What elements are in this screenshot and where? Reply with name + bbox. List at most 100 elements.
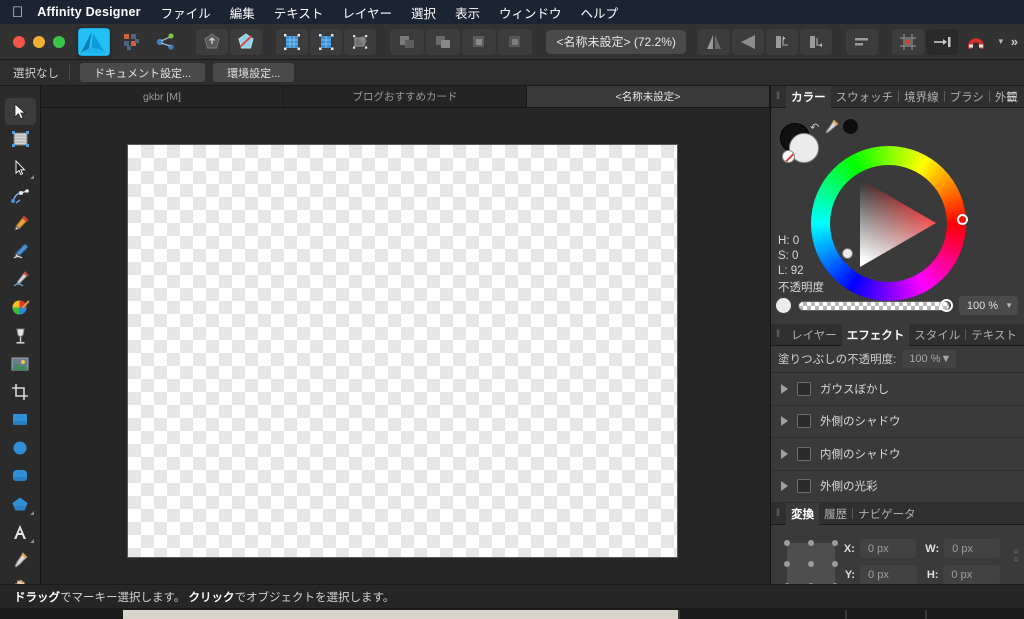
opacity-color-knob[interactable] bbox=[776, 298, 791, 313]
transform-mode-icon[interactable] bbox=[344, 28, 377, 55]
tab-navigator[interactable]: ナビゲータ bbox=[853, 503, 921, 525]
document-tab-blog-card[interactable]: ブログおすすめカード bbox=[284, 86, 527, 107]
black-color-swatch[interactable] bbox=[843, 119, 858, 134]
magnet-snapping-icon[interactable] bbox=[960, 29, 992, 55]
snapping-arrow-icon[interactable] bbox=[925, 28, 958, 55]
zoom-button[interactable] bbox=[53, 35, 65, 48]
fill-opacity-field[interactable]: 100 % ▼ bbox=[902, 350, 957, 368]
close-button[interactable] bbox=[13, 35, 25, 48]
tab-layers[interactable]: レイヤー bbox=[786, 324, 842, 346]
document-title-button[interactable]: <名称未設定> (72.2%) bbox=[546, 29, 687, 54]
panel-grip-icon[interactable]: ‖ bbox=[776, 329, 780, 340]
menu-item-select[interactable]: 選択 bbox=[411, 3, 436, 22]
grid-snap-icon[interactable] bbox=[276, 28, 309, 55]
node-tool[interactable] bbox=[5, 154, 36, 181]
no-fill-shape-icon[interactable] bbox=[230, 28, 263, 55]
upload-shape-icon[interactable] bbox=[196, 28, 229, 55]
link-aspect-ratio-icon[interactable]: ○ ○ bbox=[1014, 547, 1019, 564]
no-color-swatch[interactable] bbox=[782, 150, 795, 163]
effect-row-inner-shadow[interactable]: 内側のシャドウ bbox=[771, 438, 1024, 471]
effect-row-outer-glow[interactable]: 外側の光彩 bbox=[771, 470, 1024, 503]
color-picker-tool[interactable] bbox=[5, 546, 36, 573]
menu-item-text[interactable]: テキスト bbox=[274, 3, 324, 22]
swap-colors-icon[interactable]: ↶ bbox=[810, 121, 819, 134]
dock-window-preview[interactable] bbox=[123, 610, 678, 619]
effect-row-gaussian-blur[interactable]: ガウスぼかし bbox=[771, 373, 1024, 406]
color-wheel[interactable] bbox=[811, 146, 968, 301]
chevron-down-icon[interactable]: ▼ bbox=[1005, 301, 1013, 310]
menu-item-window[interactable]: ウィンドウ bbox=[499, 3, 562, 22]
rotate-left-icon[interactable] bbox=[766, 28, 799, 55]
flip-vertical-icon[interactable] bbox=[732, 28, 765, 55]
transparency-tool[interactable] bbox=[5, 322, 36, 349]
effect-checkbox[interactable] bbox=[797, 414, 811, 429]
document-tab-untitled[interactable]: <名称未設定> bbox=[527, 86, 770, 107]
rounded-rectangle-tool[interactable] bbox=[5, 462, 36, 489]
effect-checkbox[interactable] bbox=[797, 479, 811, 494]
rotate-right-icon[interactable] bbox=[800, 28, 833, 55]
disclosure-triangle-icon[interactable] bbox=[781, 416, 788, 427]
disclosure-triangle-icon[interactable] bbox=[781, 383, 788, 394]
menu-item-layer[interactable]: レイヤー bbox=[342, 3, 392, 22]
boolean-divide-icon[interactable] bbox=[498, 28, 533, 55]
y-input[interactable]: 0 px bbox=[860, 565, 917, 584]
apple-logo-icon[interactable]:  bbox=[12, 5, 23, 20]
tab-color[interactable]: カラー bbox=[786, 85, 831, 108]
minimize-button[interactable] bbox=[33, 35, 45, 48]
polygon-tool[interactable] bbox=[5, 490, 36, 517]
boolean-add-icon[interactable] bbox=[390, 28, 425, 55]
crop-tool[interactable] bbox=[5, 378, 36, 405]
w-input[interactable]: 0 px bbox=[944, 539, 1001, 558]
tab-swatches[interactable]: スウォッチ bbox=[831, 86, 899, 108]
share-icon[interactable] bbox=[150, 29, 182, 55]
pen-tool[interactable] bbox=[5, 210, 36, 237]
ellipse-tool[interactable] bbox=[5, 434, 36, 461]
toolbar-overflow-button[interactable]: » bbox=[1005, 34, 1024, 49]
tab-effects[interactable]: エフェクト bbox=[841, 323, 910, 346]
chevron-down-icon[interactable]: ▼ bbox=[941, 353, 952, 365]
x-input[interactable]: 0 px bbox=[859, 539, 916, 558]
effect-checkbox[interactable] bbox=[797, 446, 811, 461]
effect-checkbox[interactable] bbox=[797, 381, 811, 396]
artboard-tool[interactable] bbox=[5, 126, 36, 153]
snapping-dropdown-chevron-icon[interactable]: ▼ bbox=[997, 37, 1005, 46]
menu-item-file[interactable]: ファイル bbox=[161, 3, 211, 22]
align-icon[interactable] bbox=[846, 28, 878, 55]
tab-styles[interactable]: スタイル bbox=[909, 324, 965, 346]
disclosure-triangle-icon[interactable] bbox=[781, 481, 788, 492]
eyedropper-icon[interactable] bbox=[823, 118, 840, 135]
artistic-text-tool[interactable] bbox=[5, 518, 36, 545]
tab-brushes[interactable]: ブラシ bbox=[945, 86, 989, 108]
menu-app-name[interactable]: Affinity Designer bbox=[37, 5, 140, 19]
paintbrush-tool[interactable] bbox=[5, 266, 36, 293]
corner-tool[interactable] bbox=[5, 182, 36, 209]
transform-anchor-widget[interactable] bbox=[784, 540, 838, 589]
document-tab-gkbr[interactable]: gkbr [M] bbox=[41, 86, 284, 107]
snapping-grid-icon[interactable] bbox=[891, 28, 924, 55]
tab-transform[interactable]: 変換 bbox=[786, 502, 820, 525]
flip-horizontal-icon[interactable] bbox=[698, 28, 731, 55]
pencil-tool[interactable] bbox=[5, 238, 36, 265]
opacity-slider[interactable] bbox=[798, 298, 953, 312]
rectangle-tool[interactable] bbox=[5, 406, 36, 433]
menu-item-help[interactable]: ヘルプ bbox=[581, 3, 619, 22]
tab-text[interactable]: テキスト bbox=[966, 324, 1022, 346]
tab-history[interactable]: 履歴 bbox=[819, 503, 852, 525]
hue-marker[interactable] bbox=[957, 214, 968, 225]
fill-palette-tool[interactable] bbox=[5, 294, 36, 321]
menu-item-view[interactable]: 表示 bbox=[455, 3, 480, 22]
h-input[interactable]: 0 px bbox=[943, 565, 1001, 584]
opacity-value-field[interactable]: 100 % ▼ bbox=[958, 296, 1018, 315]
grid-show-icon[interactable] bbox=[310, 28, 343, 55]
boolean-subtract-icon[interactable] bbox=[426, 28, 461, 55]
panel-grip-icon[interactable]: ‖ bbox=[776, 508, 780, 519]
boolean-intersect-icon[interactable] bbox=[462, 28, 497, 55]
artboard-transparent-canvas[interactable] bbox=[128, 145, 677, 557]
document-setup-button[interactable]: ドキュメント設定... bbox=[80, 63, 206, 82]
saturation-marker[interactable] bbox=[842, 248, 853, 259]
canvas-area[interactable] bbox=[41, 108, 770, 584]
panel-menu-icon[interactable]: ☰ bbox=[1006, 90, 1017, 104]
menu-item-edit[interactable]: 編集 bbox=[230, 3, 255, 22]
saturation-lightness-triangle[interactable] bbox=[833, 168, 944, 279]
designer-persona-button[interactable] bbox=[76, 25, 112, 58]
